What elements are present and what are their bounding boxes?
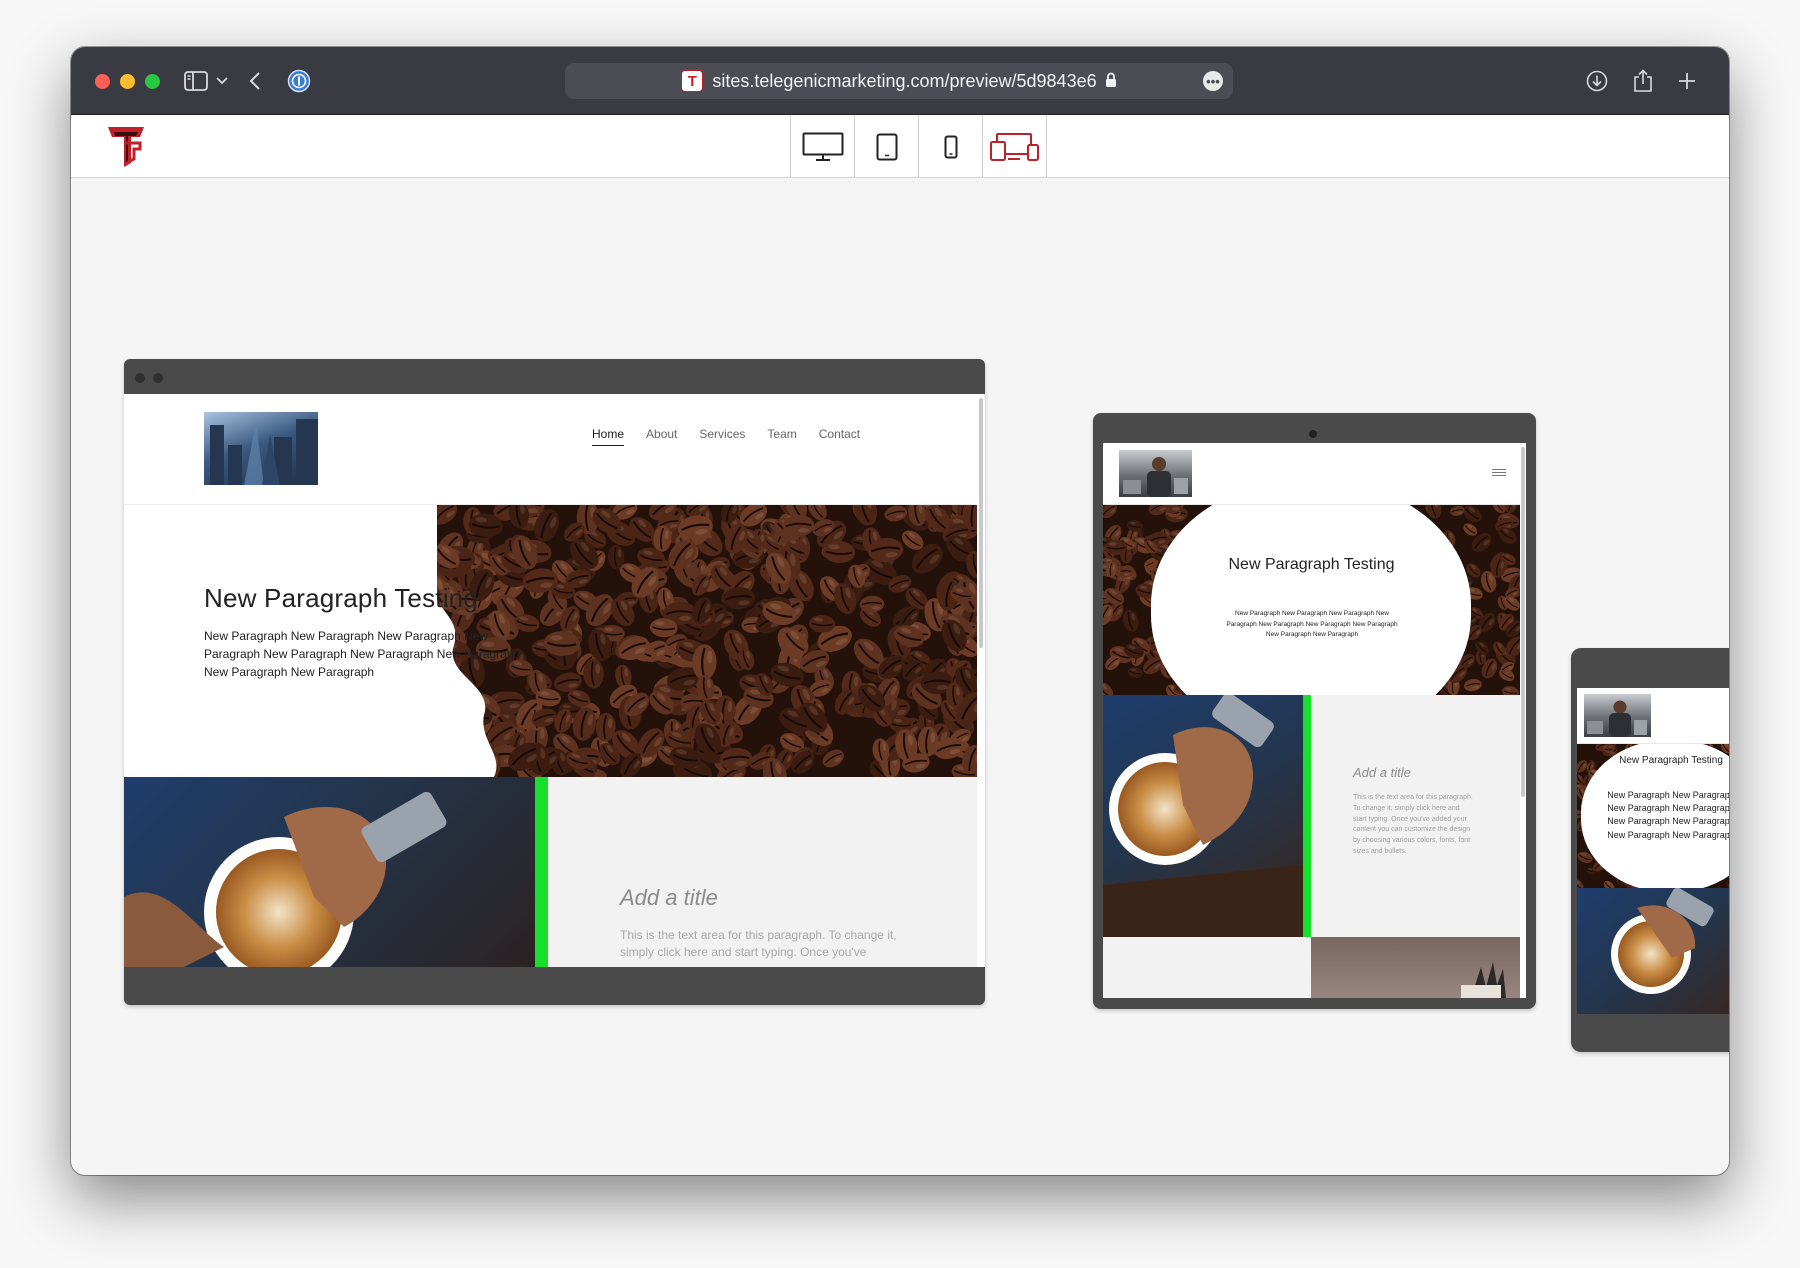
address-bar[interactable]: T sites.telegenicmarketing.com/preview/5… — [565, 63, 1233, 99]
content-panel: Add a title This is the text area for th… — [548, 777, 977, 967]
hamburger-menu-icon[interactable] — [1492, 469, 1506, 476]
browser-titlebar: T sites.telegenicmarketing.com/preview/5… — [71, 47, 1729, 115]
tablet-hero-section: New Paragraph Testing New Paragraph New … — [1103, 505, 1520, 695]
back-icon[interactable] — [243, 67, 267, 95]
tablet-hero-text: New Paragraph New Paragraph New Paragrap… — [1226, 610, 1398, 638]
tablet-plants-image — [1311, 937, 1520, 998]
close-window-button[interactable] — [95, 74, 110, 89]
nav-contact[interactable]: Contact — [819, 427, 860, 446]
tablet-section-text: This is the text area for this paragraph… — [1353, 794, 1473, 855]
mobile-hero-section: New Paragraph Testing New Paragraph New … — [1577, 744, 1729, 888]
mobile-hero-text: New Paragraph New Paragraph New Paragrap… — [1607, 790, 1729, 840]
mobile-view-button[interactable] — [919, 115, 983, 178]
hero-text: New Paragraph New Paragraph New Paragrap… — [204, 629, 521, 679]
all-devices-icon — [989, 132, 1039, 161]
tablet-view-button[interactable] — [855, 115, 919, 178]
latte-art-image — [124, 777, 535, 967]
site-favicon-icon: T — [681, 70, 704, 92]
desktop-view-button[interactable] — [791, 115, 855, 178]
zoom-window-button[interactable] — [145, 74, 160, 89]
nav-team[interactable]: Team — [767, 427, 796, 446]
password-manager-icon[interactable] — [285, 67, 313, 95]
tablet-latte-image — [1103, 695, 1303, 937]
section-text: This is the text area for this paragraph… — [620, 928, 897, 959]
tablet-site-header — [1103, 443, 1520, 505]
mobile-hero-title: New Paragraph Testing — [1619, 755, 1723, 766]
site-logo-image[interactable] — [204, 412, 318, 485]
new-tab-icon[interactable] — [1673, 67, 1701, 95]
desktop-preview-screen[interactable]: Home About Services Team Contact New Par… — [124, 394, 977, 967]
more-options-icon[interactable]: ••• — [1203, 71, 1223, 91]
site-nav: Home About Services Team Contact — [592, 427, 860, 446]
nav-about[interactable]: About — [646, 427, 677, 446]
mobile-site-header — [1577, 688, 1729, 744]
tablet-preview-frame: New Paragraph Testing New Paragraph New … — [1093, 413, 1536, 1009]
url-text: sites.telegenicmarketing.com/preview/5d9… — [712, 70, 1097, 91]
nav-services[interactable]: Services — [699, 427, 745, 446]
mobile-preview-frame: New Paragraph Testing New Paragraph New … — [1571, 648, 1729, 1052]
mobile-logo-image[interactable] — [1584, 694, 1651, 737]
tablet-scrollbar[interactable] — [1520, 443, 1526, 998]
chevron-down-icon[interactable] — [213, 67, 231, 95]
tablet-icon — [876, 133, 897, 160]
all-devices-view-button[interactable] — [983, 115, 1047, 178]
frame-dot — [153, 373, 163, 383]
tablet-green-accent-bar — [1303, 695, 1311, 937]
tablet-preview-screen[interactable]: New Paragraph Testing New Paragraph New … — [1103, 443, 1520, 998]
desktop-icon — [802, 132, 843, 161]
green-accent-bar — [535, 777, 548, 967]
tablet-content-panel: Add a title This is the text area for th… — [1311, 695, 1520, 937]
tablet-logo-image[interactable] — [1119, 450, 1192, 497]
hero-title: New Paragraph Testing — [204, 583, 478, 613]
mobile-latte-image — [1577, 888, 1729, 1014]
browser-window: T sites.telegenicmarketing.com/preview/5… — [71, 47, 1729, 1175]
preview-toolbar — [71, 115, 1729, 178]
minimize-window-button[interactable] — [120, 74, 135, 89]
tablet-hero-title: New Paragraph Testing — [1228, 556, 1395, 573]
device-switcher — [790, 115, 1047, 178]
telegenic-logo[interactable] — [104, 123, 150, 169]
site-header: Home About Services Team Contact — [124, 394, 977, 505]
download-icon[interactable] — [1583, 67, 1611, 95]
desktop-scrollbar[interactable] — [977, 394, 985, 967]
share-icon[interactable] — [1629, 67, 1657, 95]
tablet-blank-block — [1103, 937, 1311, 998]
desktop-preview-frame: Home About Services Team Contact New Par… — [124, 359, 985, 1005]
lock-icon — [1105, 72, 1117, 91]
hero-section: New Paragraph Testing New Paragraph New … — [124, 505, 977, 777]
section-title: Add a title — [620, 885, 718, 910]
mobile-preview-screen[interactable]: New Paragraph Testing New Paragraph New … — [1577, 688, 1729, 1014]
tablet-camera — [1309, 430, 1317, 438]
desktop-frame-bar — [124, 359, 985, 394]
sidebar-toggle-icon[interactable] — [181, 67, 211, 95]
tablet-section-title: Add a title — [1353, 765, 1411, 780]
nav-home[interactable]: Home — [592, 427, 625, 446]
mobile-icon — [944, 135, 957, 158]
frame-dot — [135, 373, 145, 383]
